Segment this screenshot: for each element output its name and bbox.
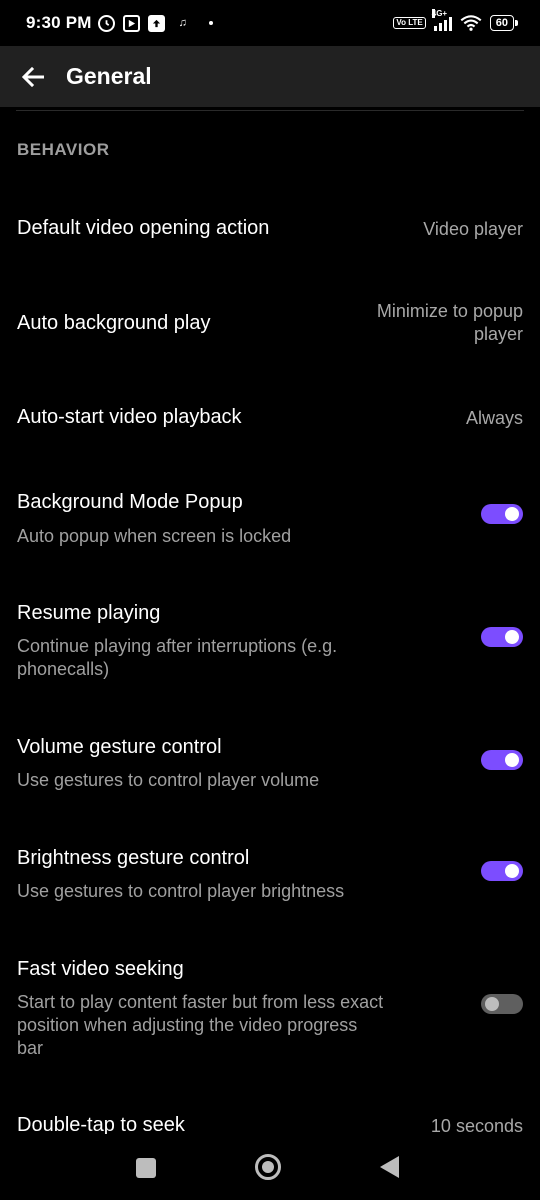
pref-summary: Use gestures to control player brightnes… xyxy=(17,881,345,901)
fast-video-seeking-toggle[interactable] xyxy=(481,992,523,1016)
pref-resume-playing[interactable]: Resume playing Continue playing after in… xyxy=(0,580,540,700)
volte-icon: Vo LTE xyxy=(393,17,426,29)
pref-title: Double-tap to seek xyxy=(17,1114,185,1134)
divider xyxy=(16,110,524,111)
pref-auto-start-video-playback[interactable]: Auto-start video playback Always xyxy=(0,380,540,460)
alarm-icon xyxy=(97,14,115,32)
pref-value: Always xyxy=(465,408,523,428)
wifi-icon xyxy=(460,15,482,31)
recents-square-icon[interactable] xyxy=(136,1158,156,1178)
resume-playing-toggle[interactable] xyxy=(481,625,523,649)
battery-icon: 60 xyxy=(489,15,519,31)
pref-title: Auto-start video playback xyxy=(17,406,242,428)
arrow-back-icon[interactable] xyxy=(20,64,46,90)
pref-brightness-gesture-control[interactable]: Brightness gesture control Use gestures … xyxy=(0,826,540,926)
signal-icon: 4G+ xyxy=(431,9,452,31)
toggle-thumb xyxy=(505,864,519,878)
music-icon: ♫ xyxy=(178,17,187,29)
pref-title: Default video opening action xyxy=(17,217,270,239)
app-bar: General xyxy=(0,46,540,107)
page-title: General xyxy=(66,63,152,89)
pref-summary: Auto popup when screen is locked xyxy=(17,526,292,546)
home-circle-icon[interactable] xyxy=(255,1154,281,1180)
pref-volume-gesture-control[interactable]: Volume gesture control Use gestures to c… xyxy=(0,715,540,815)
pref-title: Resume playing xyxy=(17,602,161,624)
toggle-thumb xyxy=(485,997,499,1011)
pref-auto-background-play[interactable]: Auto background play Minimize to popup p… xyxy=(0,280,540,370)
pref-value: 10 seconds xyxy=(430,1116,523,1134)
status-time: 9:30 PM xyxy=(26,13,92,32)
dot-icon xyxy=(208,21,213,25)
toggle-thumb xyxy=(505,630,519,644)
network-type: 4G+ xyxy=(431,9,448,18)
section-header-behavior: BEHAVIOR xyxy=(17,140,110,159)
toggle-thumb xyxy=(505,753,519,767)
status-bar: 9:30 PM ♫ Vo LTE 4G+ 60 xyxy=(0,0,540,46)
play-icon xyxy=(122,14,140,32)
pref-title: Brightness gesture control xyxy=(17,847,250,869)
pref-title: Background Mode Popup xyxy=(17,491,243,513)
toggle-thumb xyxy=(505,507,519,521)
pref-title: Volume gesture control xyxy=(17,736,222,758)
pref-value: Video player xyxy=(423,219,523,239)
pref-summary: Use gestures to control player volume xyxy=(17,770,320,790)
pref-default-video-opening-action[interactable]: Default video opening action Video playe… xyxy=(0,190,540,270)
background-mode-popup-toggle[interactable] xyxy=(481,502,523,526)
brightness-gesture-toggle[interactable] xyxy=(481,859,523,883)
pref-title: Auto background play xyxy=(17,312,211,334)
pref-background-mode-popup[interactable]: Background Mode Popup Auto popup when sc… xyxy=(0,470,540,570)
pref-summary: Start to play content faster but from le… xyxy=(17,992,384,1058)
pref-summary: Continue playing after interruptions (e.… xyxy=(17,636,338,679)
pref-double-tap-to-seek[interactable]: Double-tap to seek 10 seconds xyxy=(0,1090,540,1134)
back-triangle-icon[interactable] xyxy=(380,1156,399,1178)
volume-gesture-toggle[interactable] xyxy=(481,748,523,772)
pref-value: Minimize to popup player xyxy=(376,301,523,344)
pref-fast-video-seeking[interactable]: Fast video seeking Start to play content… xyxy=(0,937,540,1077)
system-nav-bar xyxy=(0,1134,540,1200)
pref-title: Fast video seeking xyxy=(17,958,184,980)
upload-icon xyxy=(147,14,165,32)
